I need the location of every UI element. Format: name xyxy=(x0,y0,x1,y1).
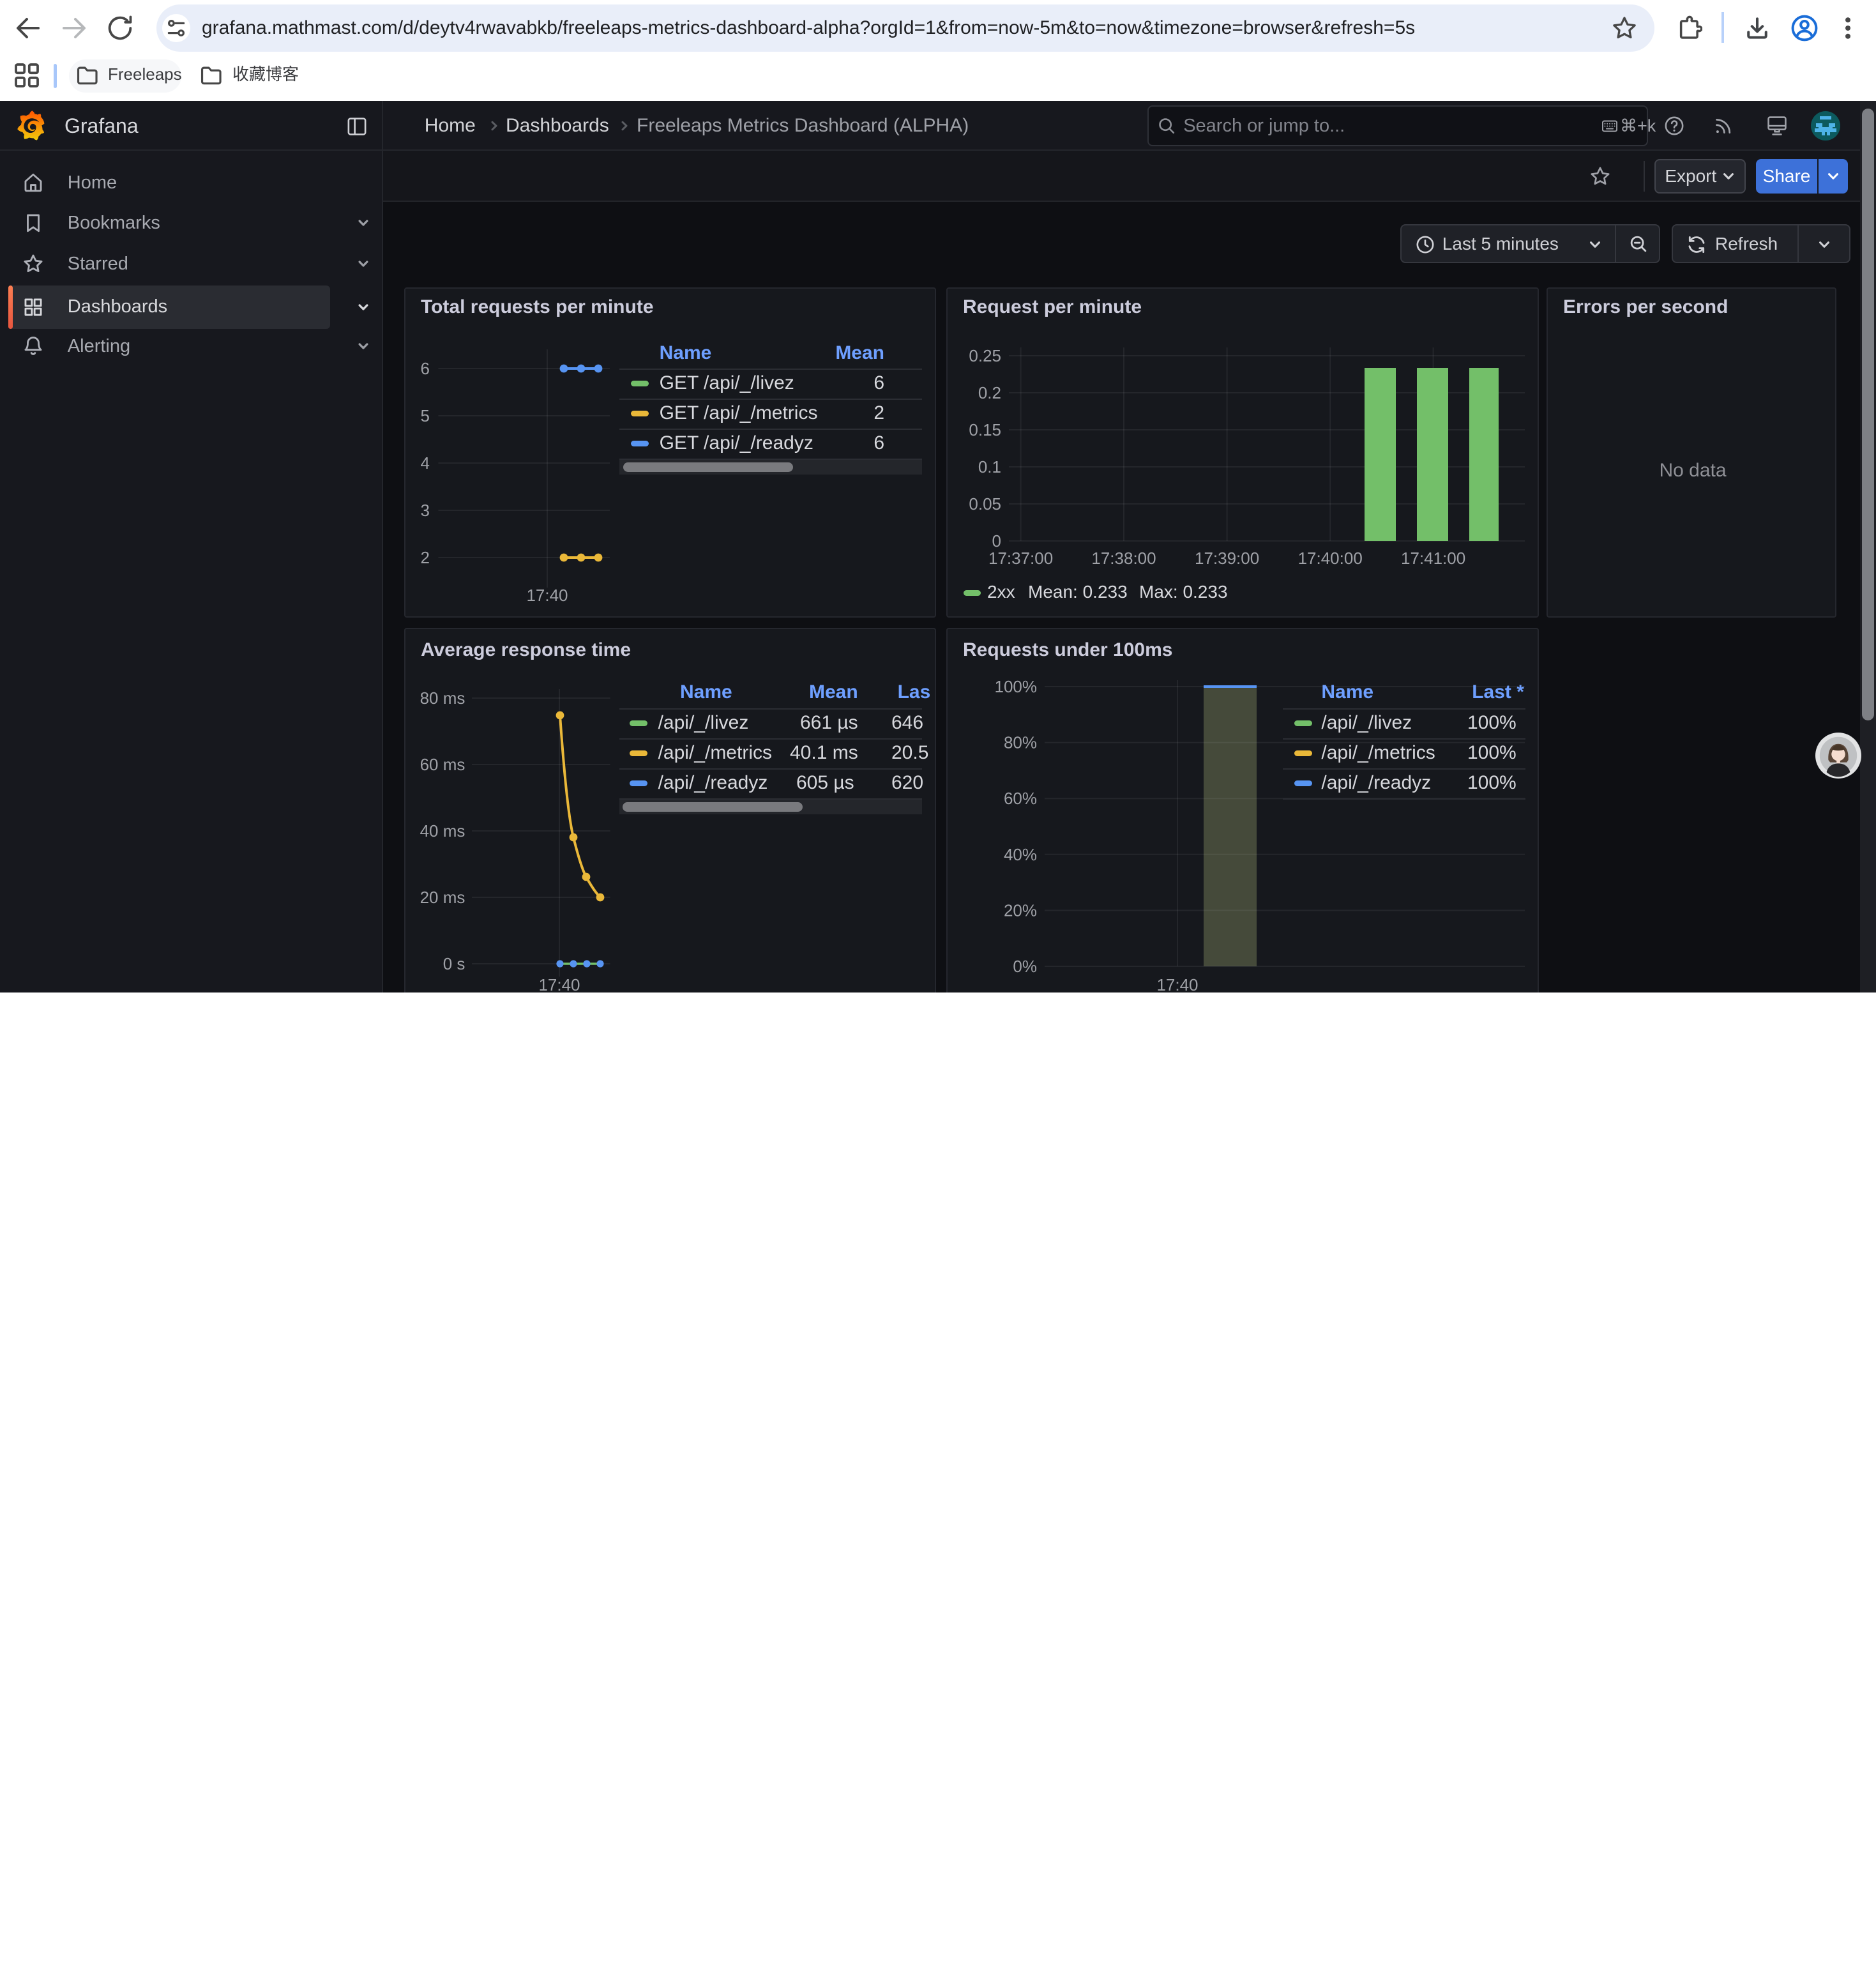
svg-text:80 ms: 80 ms xyxy=(420,688,465,708)
svg-text:17:41:00: 17:41:00 xyxy=(1401,549,1465,568)
svg-text:17:40:00: 17:40:00 xyxy=(1298,549,1363,568)
svg-text:80%: 80% xyxy=(1004,733,1037,752)
svg-text:5: 5 xyxy=(421,406,430,425)
svg-text:0%: 0% xyxy=(1013,957,1037,976)
svg-text:40%: 40% xyxy=(1004,845,1037,864)
svg-text:60%: 60% xyxy=(1004,789,1037,808)
svg-text:17:40: 17:40 xyxy=(526,586,568,605)
svg-text:40 ms: 40 ms xyxy=(420,821,465,840)
svg-text:6: 6 xyxy=(421,359,430,378)
svg-text:0.25: 0.25 xyxy=(969,346,1001,365)
svg-text:2: 2 xyxy=(421,548,430,567)
svg-text:0.2: 0.2 xyxy=(978,383,1001,402)
svg-text:17:40: 17:40 xyxy=(1156,975,1198,992)
svg-text:17:40: 17:40 xyxy=(538,975,580,992)
svg-text:17:38:00: 17:38:00 xyxy=(1091,549,1156,568)
svg-text:100%: 100% xyxy=(995,677,1038,696)
svg-text:0.1: 0.1 xyxy=(978,457,1001,476)
svg-text:17:39:00: 17:39:00 xyxy=(1195,549,1259,568)
svg-text:60 ms: 60 ms xyxy=(420,755,465,774)
svg-text:20 ms: 20 ms xyxy=(420,888,465,907)
svg-text:0: 0 xyxy=(992,531,1001,551)
svg-text:0.05: 0.05 xyxy=(969,494,1001,513)
svg-text:0.15: 0.15 xyxy=(969,420,1001,439)
svg-text:4: 4 xyxy=(421,453,430,473)
svg-text:3: 3 xyxy=(421,501,430,520)
svg-text:17:37:00: 17:37:00 xyxy=(988,549,1053,568)
svg-text:0 s: 0 s xyxy=(443,954,465,973)
svg-text:20%: 20% xyxy=(1004,901,1037,920)
